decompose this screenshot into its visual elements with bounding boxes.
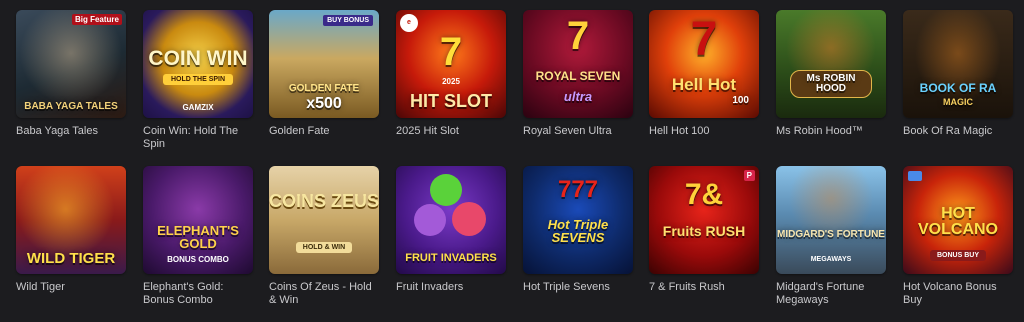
game-tile-fruit-invaders[interactable]: FRUIT INVADERS Fruit Invaders	[396, 166, 506, 294]
game-title[interactable]: Hot Volcano Bonus Buy	[903, 281, 1013, 307]
game-art-subtitle: BONUS BUY	[930, 250, 986, 261]
game-thumbnail[interactable]: HOT VOLCANO BONUS BUY	[903, 166, 1013, 274]
game-title[interactable]: Wild Tiger	[16, 281, 126, 294]
game-thumbnail[interactable]: BOOK OF RA MAGIC	[903, 10, 1013, 118]
game-thumbnail[interactable]: MIDGARD'S FORTUNE MEGAWAYS	[776, 166, 886, 274]
game-art-logo: FRUIT INVADERS	[405, 252, 497, 264]
game-tile-hell-hot-100[interactable]: 7 Hell Hot 100 Hell Hot 100	[649, 10, 759, 138]
game-thumbnail[interactable]: 777 Hot Triple SEVENS	[523, 166, 633, 274]
game-thumbnail[interactable]: WILD TIGER	[16, 166, 126, 274]
game-badge: Big Feature	[71, 14, 122, 25]
game-tile-coins-of-zeus[interactable]: COINS ZEUS HOLD & WIN Coins Of Zeus - Ho…	[269, 166, 379, 307]
game-thumbnail[interactable]: ELEPHANT'S GOLD BONUS COMBO	[143, 166, 253, 274]
game-title[interactable]: Hot Triple Sevens	[523, 281, 633, 294]
game-provider-label: GAMZIX	[182, 103, 214, 112]
game-art-logo: GOLDEN FATE	[288, 83, 360, 94]
seven-symbol: 777	[557, 176, 599, 203]
seven-symbol: 7&	[684, 178, 724, 211]
game-art-subtitle: HOLD & WIN	[296, 242, 352, 253]
game-row-2: WILD TIGER Wild Tiger ELEPHANT'S GOLD BO…	[16, 166, 1016, 322]
green-monster-icon	[430, 174, 462, 206]
game-tile-wild-tiger[interactable]: WILD TIGER Wild Tiger	[16, 166, 126, 294]
game-thumbnail[interactable]: 7 ROYAL SEVEN ultra	[523, 10, 633, 118]
game-tile-midgards-fortune[interactable]: MIDGARD'S FORTUNE MEGAWAYS Midgard's For…	[776, 166, 886, 307]
game-title[interactable]: Golden Fate	[269, 125, 379, 138]
game-thumbnail[interactable]: COIN WIN HOLD THE SPIN GAMZIX	[143, 10, 253, 118]
game-row-1: Big Feature BABA YAGA TALES Baba Yaga Ta…	[16, 10, 1016, 166]
game-tile-2025-hit-slot[interactable]: e 7 2025 HIT SLOT 2025 Hit Slot	[396, 10, 506, 138]
year-label: 2025	[442, 77, 460, 86]
game-tile-ms-robin-hood[interactable]: Ms ROBIN HOOD Ms Robin Hood™	[776, 10, 886, 138]
game-art-logo: HIT SLOT	[410, 91, 492, 111]
game-thumbnail[interactable]: FRUIT INVADERS	[396, 166, 506, 274]
game-title[interactable]: Midgard's Fortune Megaways	[776, 281, 886, 307]
game-art-logo: Ms ROBIN HOOD	[790, 70, 872, 98]
game-thumbnail[interactable]: Big Feature BABA YAGA TALES	[16, 10, 126, 118]
game-art-logo: WILD TIGER	[26, 250, 116, 267]
game-art-subtitle: ultra	[563, 89, 593, 104]
game-tile-coin-win[interactable]: COIN WIN HOLD THE SPIN GAMZIX Coin Win: …	[143, 10, 253, 151]
game-thumbnail[interactable]: P 7& Fruits RUSH	[649, 166, 759, 274]
purple-monster-icon	[414, 204, 446, 236]
game-title[interactable]: Baba Yaga Tales	[16, 125, 126, 138]
game-tile-elephants-gold[interactable]: ELEPHANT'S GOLD BONUS COMBO Elephant's G…	[143, 166, 253, 307]
game-art-logo: ROYAL SEVEN	[535, 69, 621, 83]
game-tile-hot-volcano[interactable]: HOT VOLCANO BONUS BUY Hot Volcano Bonus …	[903, 166, 1013, 307]
multiplier-label: x500	[306, 95, 342, 112]
game-tile-royal-seven-ultra[interactable]: 7 ROYAL SEVEN ultra Royal Seven Ultra	[523, 10, 633, 138]
game-thumbnail[interactable]: e 7 2025 HIT SLOT	[396, 10, 506, 118]
game-tile-baba-yaga-tales[interactable]: Big Feature BABA YAGA TALES Baba Yaga Ta…	[16, 10, 126, 138]
game-tile-golden-fate[interactable]: BUY BONUS GOLDEN FATE x500 Golden Fate	[269, 10, 379, 138]
game-art-logo: COIN WIN	[148, 47, 248, 70]
game-art-logo: BOOK OF RA	[919, 81, 997, 95]
game-art-subtitle: HOLD THE SPIN	[163, 74, 233, 85]
game-art-logo: Hell Hot	[671, 75, 737, 94]
game-art-subtitle: MEGAWAYS	[810, 256, 852, 263]
pink-monster-icon	[452, 202, 486, 236]
game-art-logo: HOT VOLCANO	[918, 205, 998, 238]
game-art-subtitle: 100	[732, 95, 749, 106]
seven-symbol: 7	[566, 14, 590, 58]
game-tile-7-fruits-rush[interactable]: P 7& Fruits RUSH 7 & Fruits Rush	[649, 166, 759, 294]
game-title[interactable]: Book Of Ra Magic	[903, 125, 1013, 138]
seven-symbol: 7	[690, 13, 718, 66]
buy-bonus-label: BUY BONUS	[323, 15, 373, 26]
game-thumbnail[interactable]: COINS ZEUS HOLD & WIN	[269, 166, 379, 274]
game-title[interactable]: Royal Seven Ultra	[523, 125, 633, 138]
game-title[interactable]: Ms Robin Hood™	[776, 125, 886, 138]
game-tile-hot-triple-sevens[interactable]: 777 Hot Triple SEVENS Hot Triple Sevens	[523, 166, 633, 294]
game-title[interactable]: 7 & Fruits Rush	[649, 281, 759, 294]
provider-logo-icon	[908, 171, 922, 181]
game-thumbnail[interactable]: 7 Hell Hot 100	[649, 10, 759, 118]
game-art-logo: ELEPHANT'S GOLD	[157, 223, 239, 251]
game-art-logo: COINS ZEUS	[269, 191, 379, 211]
game-grid: Big Feature BABA YAGA TALES Baba Yaga Ta…	[16, 10, 1016, 322]
game-title[interactable]: Fruit Invaders	[396, 281, 506, 294]
game-title[interactable]: Hell Hot 100	[649, 125, 759, 138]
game-art-subtitle: BONUS COMBO	[167, 255, 229, 264]
game-thumbnail[interactable]: Ms ROBIN HOOD	[776, 10, 886, 118]
game-art-subtitle: MAGIC	[943, 97, 973, 107]
game-tile-book-of-ra-magic[interactable]: BOOK OF RA MAGIC Book Of Ra Magic	[903, 10, 1013, 138]
game-art-logo: BABA YAGA TALES	[24, 101, 118, 112]
game-art-logo: Fruits RUSH	[662, 223, 746, 239]
game-thumbnail[interactable]: BUY BONUS GOLDEN FATE x500	[269, 10, 379, 118]
game-title[interactable]: Coin Win: Hold The Spin	[143, 125, 253, 151]
game-art-logo: MIDGARD'S FORTUNE	[777, 229, 885, 240]
game-title[interactable]: Elephant's Gold: Bonus Combo	[143, 281, 253, 307]
provider-logo-icon: e	[400, 14, 418, 32]
game-title[interactable]: Coins Of Zeus - Hold & Win	[269, 281, 379, 307]
seven-symbol: 7	[439, 30, 463, 74]
game-title[interactable]: 2025 Hit Slot	[396, 125, 506, 138]
game-art-logo: Hot Triple SEVENS	[547, 217, 609, 245]
